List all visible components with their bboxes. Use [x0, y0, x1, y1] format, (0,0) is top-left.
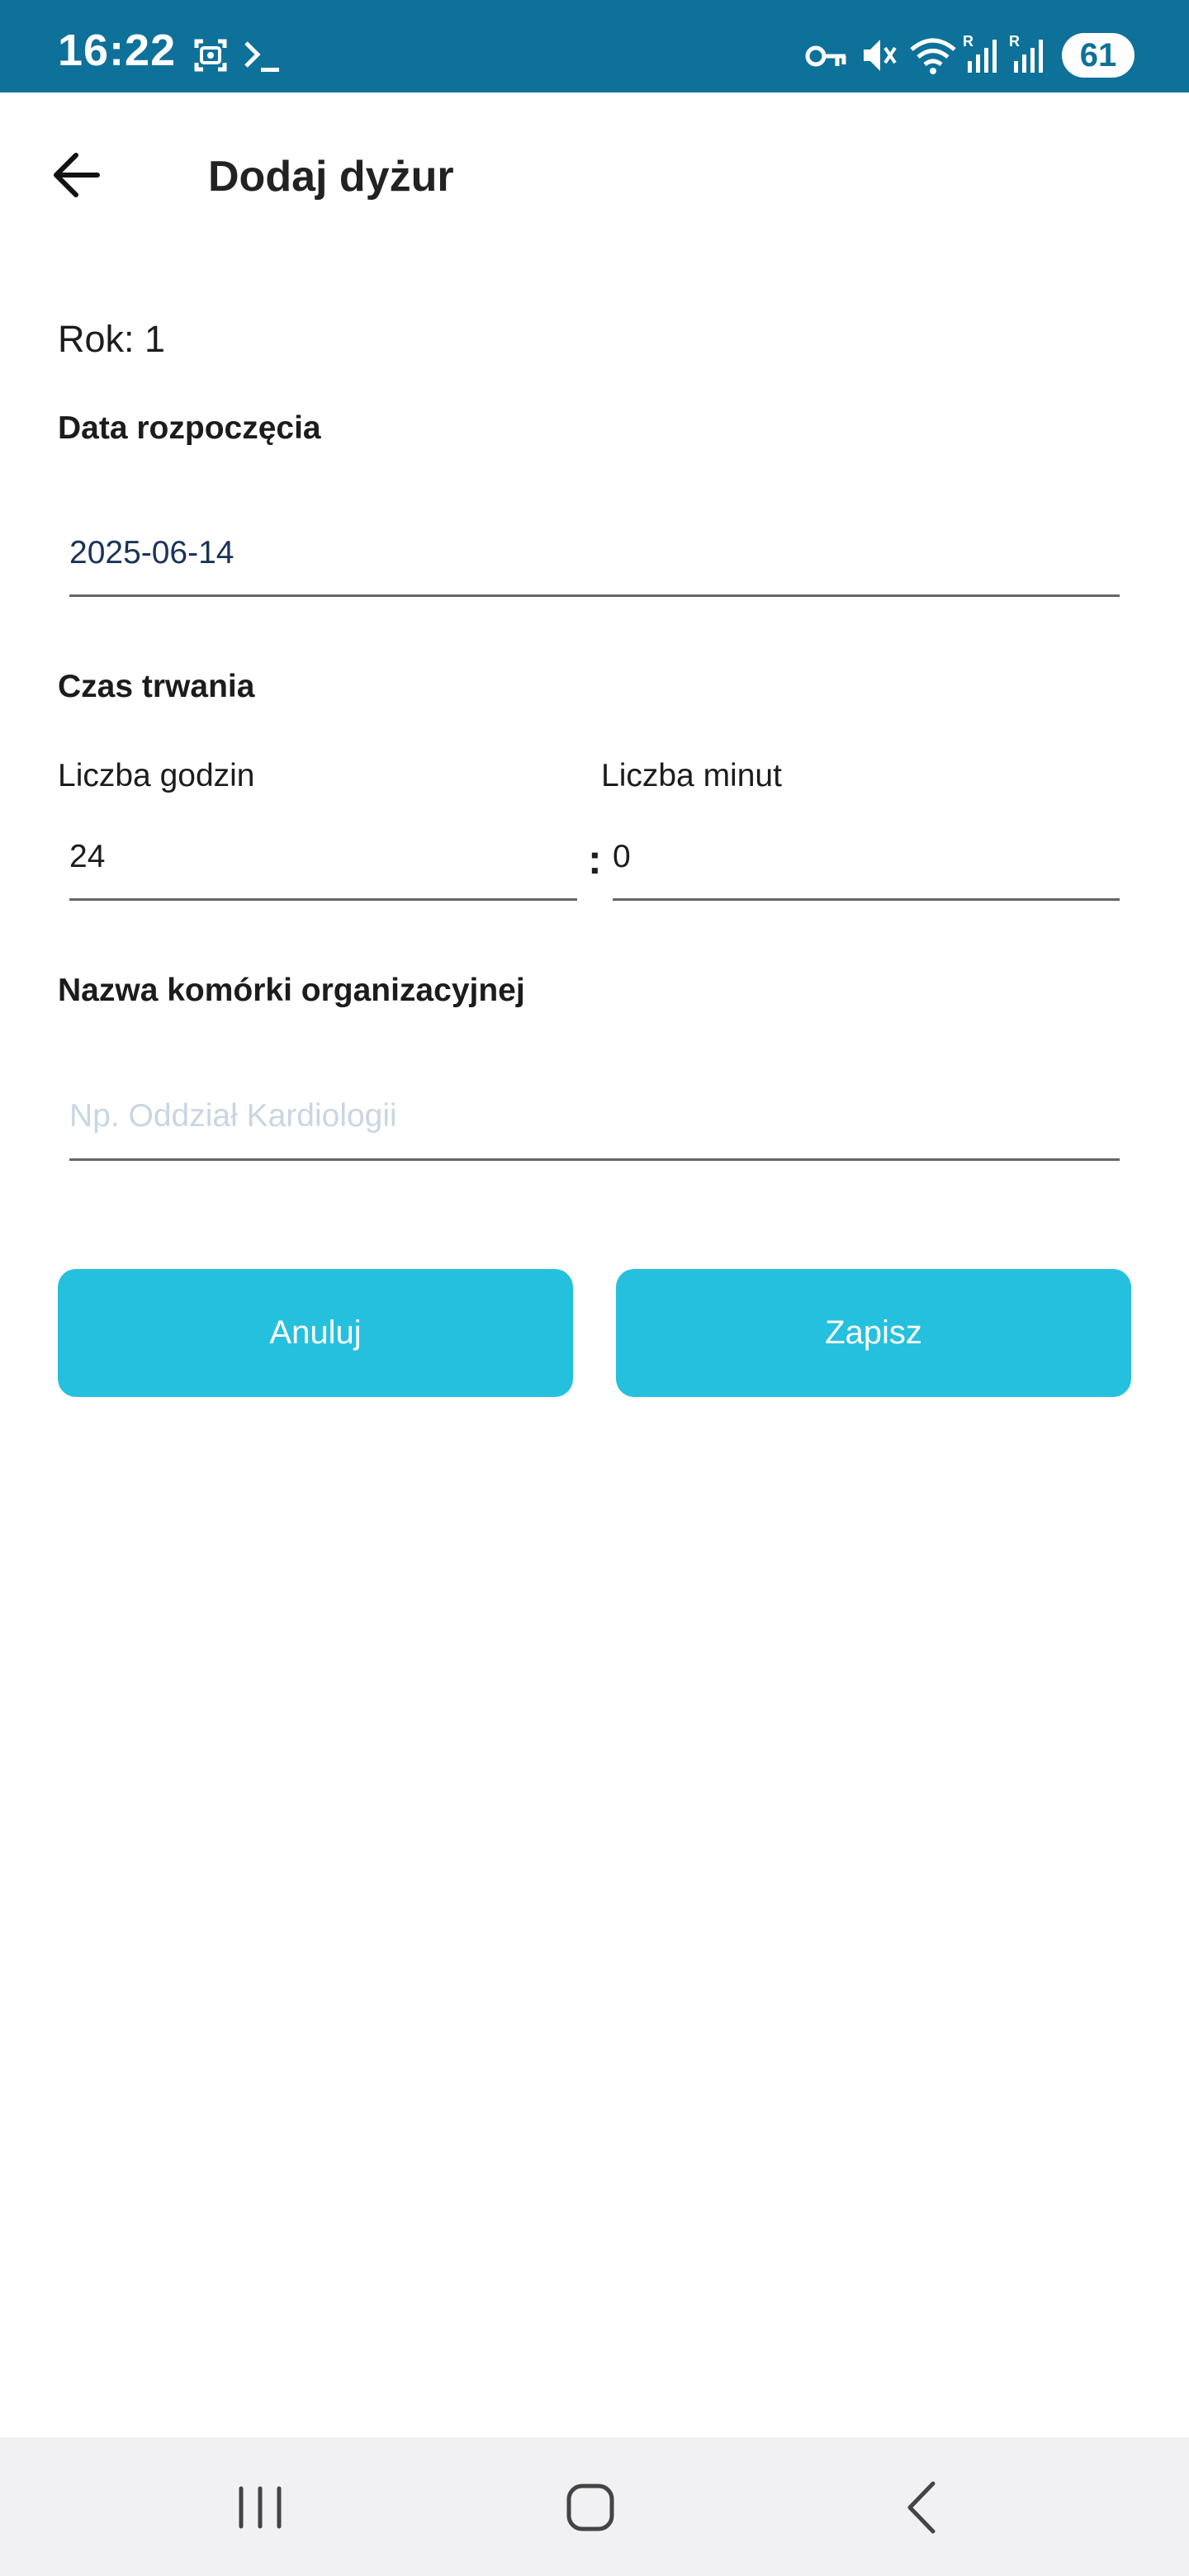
start-date-field[interactable] [69, 535, 1120, 597]
page-title: Dodaj dyżur [208, 153, 454, 201]
app-bar: Dodaj dyżur [0, 92, 1189, 258]
unit-input[interactable] [69, 1098, 1120, 1134]
save-button[interactable]: Zapisz [616, 1269, 1131, 1397]
svg-text:R: R [963, 33, 973, 50]
hours-field[interactable] [69, 839, 577, 901]
hours-input[interactable] [69, 839, 577, 875]
minutes-field[interactable] [613, 839, 1120, 901]
status-bar: 16:22 R R 61 [0, 0, 1189, 92]
arrow-left-icon[interactable] [46, 142, 112, 208]
recent-apps-icon[interactable] [223, 2470, 297, 2545]
system-nav-bar [0, 2437, 1189, 2576]
unit-label: Nazwa komórki organizacyjnej [58, 973, 525, 1008]
screenshot-icon [194, 39, 227, 72]
status-time: 16:22 [58, 26, 177, 75]
wifi-icon [910, 38, 956, 74]
year-label: Rok: 1 [58, 318, 166, 360]
terminal-icon [244, 41, 279, 72]
start-date-label: Data rozpoczęcia [58, 410, 321, 446]
back-icon[interactable] [885, 2470, 959, 2545]
signal-icon: R [963, 33, 997, 73]
hours-label: Liczba godzin [58, 758, 255, 793]
start-date-input[interactable] [69, 535, 1120, 571]
signal-icon: R [1009, 33, 1043, 73]
cancel-button[interactable]: Anuluj [58, 1269, 573, 1397]
home-icon[interactable] [553, 2470, 628, 2545]
duration-label: Czas trwania [58, 669, 255, 704]
time-separator: : [588, 836, 602, 883]
unit-field[interactable] [69, 1098, 1120, 1161]
svg-text:R: R [1009, 33, 1020, 50]
minutes-input[interactable] [613, 839, 1120, 875]
mute-icon [864, 40, 897, 71]
vpn-key-icon [805, 45, 846, 67]
battery-level: 61 [1062, 33, 1135, 78]
minutes-label: Liczba minut [601, 758, 782, 793]
